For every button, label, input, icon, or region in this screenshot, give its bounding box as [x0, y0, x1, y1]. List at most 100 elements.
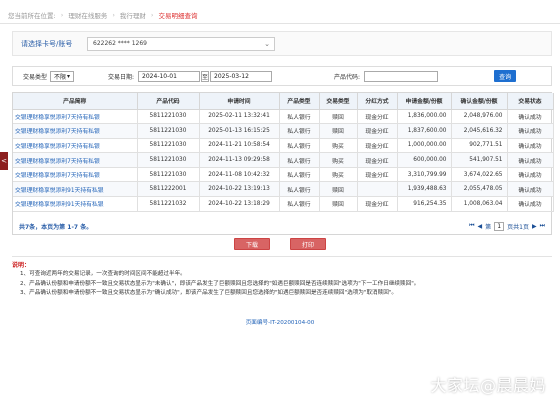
- breadcrumb-separator-icon: ›: [60, 11, 64, 19]
- breadcrumb-item-my-wealth[interactable]: 我行理财: [120, 10, 146, 20]
- chevron-down-icon: ▾: [67, 72, 71, 80]
- cell-product-code: 5811221030: [137, 152, 200, 168]
- type-select[interactable]: 不限 ▾: [50, 70, 75, 82]
- cell-apply-amount: 1,836,000.00: [397, 109, 452, 125]
- cell-apply-time: 2024-10-22 13:19:13: [199, 181, 280, 198]
- cell-confirm-amount: 541,907.51: [451, 152, 508, 168]
- breadcrumb-separator-icon: ›: [150, 11, 154, 19]
- cell-dividend-mode: 现金分红: [357, 152, 398, 168]
- col-header-trade-type: 交易类型: [319, 93, 358, 110]
- cell-apply-amount: 916,254.35: [397, 196, 452, 212]
- account-label: 请选择卡号/账号: [21, 39, 73, 48]
- date-label: 交易日期:: [108, 73, 135, 81]
- cell-confirm-amount: 2,048,976.00: [451, 109, 508, 125]
- table-row: 交银理财稳享悦添利7天持有私银 5811221030 2024-11-21 10:5…: [13, 138, 554, 154]
- note-item: 2、产品确认份额和申请份额不一致且交易状态显示为"未确认"，即该产品发生了巨额赎…: [20, 280, 420, 287]
- table-header-row: 产品简称 产品代码 申请时间 产品类型 交易类型 分红方式 申请金额/份额 确认…: [13, 93, 554, 110]
- product-code-input[interactable]: [364, 70, 439, 82]
- breadcrumb-item-current: 交易明细查询: [158, 12, 198, 20]
- col-header-confirm-amount: 确认金额/份额: [451, 93, 508, 110]
- cell-apply-amount: 3,310,799.99: [397, 167, 452, 183]
- watermark-text: 大家坛@晨晨妈: [430, 376, 546, 395]
- cell-dividend-mode: 现金分红: [357, 196, 398, 212]
- cell-product-code: 5811221032: [137, 196, 200, 212]
- query-button[interactable]: 查询: [494, 70, 517, 82]
- cell-dividend-mode: 现金分红: [357, 167, 398, 183]
- page-prefix: 第: [485, 223, 492, 231]
- cell-product-code: 5811221030: [137, 123, 200, 139]
- note-item: 1、可查询近两年的交易记录，一次查询的时间区间不能超过半年。: [20, 271, 186, 278]
- cell-product-name[interactable]: 交银理财稳享悦添利7天持有私银: [13, 109, 138, 125]
- cell-product-name[interactable]: 交银理财稳享悦添利7天持有私银: [13, 123, 138, 139]
- table-row: 交银理财稳享悦添利7天持有私银 5811221030 2024-11-13 09:2…: [13, 152, 554, 168]
- cell-product-type: 私人银行: [279, 167, 320, 183]
- product-code-label: 产品代码:: [334, 73, 361, 81]
- cell-trade-type: 购买: [319, 152, 358, 168]
- first-page-icon[interactable]: ⏮: [469, 222, 474, 230]
- cell-status: 确认成功: [507, 123, 554, 139]
- table-row: 交银理财稳享悦添利7天持有私银 5811221030 2025-02-11 13:3…: [13, 109, 554, 125]
- date-to-input[interactable]: 2025-03-12: [210, 70, 273, 82]
- last-page-icon[interactable]: ⏭: [540, 222, 545, 230]
- cell-dividend-mode: 现金分红: [357, 109, 398, 125]
- date-from-input[interactable]: 2024-10-01: [138, 70, 201, 82]
- col-header-apply-time: 申请时间: [199, 93, 280, 110]
- cell-status: 确认成功: [507, 196, 554, 212]
- table-row: 交银理财稳享悦添利91天持有私银 5811222001 2024-10-22 13:…: [13, 181, 554, 198]
- cell-product-name[interactable]: 交银理财稳享悦添利7天持有私银: [13, 167, 138, 183]
- cell-dividend-mode: 现金分红: [357, 138, 398, 154]
- cell-dividend-mode: 现金分红: [357, 123, 398, 139]
- cell-dividend-mode: [357, 181, 398, 198]
- cell-product-code: 5811222001: [137, 181, 200, 198]
- breadcrumb-item-online-service[interactable]: 理财在线服务: [68, 10, 107, 20]
- cell-status: 确认成功: [507, 138, 554, 154]
- action-buttons: 下载 打印: [0, 238, 560, 250]
- cell-product-code: 5811221030: [137, 167, 200, 183]
- filter-bar: 交易类型 不限 ▾ 交易日期: 2024-10-01 至 2025-03-12 …: [12, 66, 552, 86]
- cell-product-name[interactable]: 交银理财稳享悦添利91天持有私银: [13, 196, 138, 212]
- type-label: 交易类型: [23, 73, 48, 81]
- cell-product-code: 5811221030: [137, 109, 200, 125]
- cell-apply-time: 2025-02-11 13:32:41: [199, 109, 280, 125]
- cell-status: 确认成功: [507, 181, 554, 198]
- cell-product-type: 私人银行: [279, 196, 320, 212]
- cell-product-type: 私人银行: [279, 123, 320, 139]
- table-row: 交银理财稳享悦添利7天持有私银 5811221030 2025-01-13 16:1…: [13, 123, 554, 139]
- table-row: 交银理财稳享悦添利91天持有私银 5811221032 2024-10-22 13:…: [13, 196, 554, 212]
- col-header-status: 交易状态: [507, 93, 554, 110]
- collapse-sidebar-button[interactable]: <: [0, 152, 8, 170]
- cell-trade-type: 赎回: [319, 196, 358, 212]
- breadcrumb: 您当前所在位置: › 理财在线服务 › 我行理财 › 交易明细查询: [8, 8, 198, 22]
- cell-product-name[interactable]: 交银理财稳享悦添利91天持有私银: [13, 181, 138, 198]
- account-select[interactable]: 622262 **** 1269 ⌄: [87, 36, 275, 51]
- col-header-product-code: 产品代码: [137, 93, 200, 110]
- cell-confirm-amount: 2,045,616.32: [451, 123, 508, 139]
- cell-trade-type: 赎回: [319, 123, 358, 139]
- print-button[interactable]: 打印: [290, 238, 326, 250]
- download-button[interactable]: 下载: [234, 238, 270, 250]
- cell-apply-amount: 1,837,600.00: [397, 123, 452, 139]
- page-number-input[interactable]: 1: [494, 221, 505, 231]
- cell-product-type: 私人银行: [279, 181, 320, 198]
- page-number-id: 页面编号-IT-20200104-00: [245, 320, 315, 326]
- chevron-down-icon: ⌄: [264, 39, 270, 48]
- cell-apply-time: 2024-11-13 09:29:58: [199, 152, 280, 168]
- cell-apply-amount: 1,939,488.63: [397, 181, 452, 198]
- account-selector-panel: 请选择卡号/账号 622262 **** 1269 ⌄: [12, 31, 552, 56]
- cell-product-type: 私人银行: [279, 152, 320, 168]
- cell-product-code: 5811221030: [137, 138, 200, 154]
- breadcrumb-separator-icon: ›: [112, 11, 115, 19]
- transaction-table: 产品简称 产品代码 申请时间 产品类型 交易类型 分红方式 申请金额/份额 确认…: [12, 92, 554, 235]
- cell-product-name[interactable]: 交银理财稳享悦添利7天持有私银: [13, 138, 138, 154]
- next-page-icon[interactable]: ▶: [532, 223, 537, 230]
- col-header-product-type: 产品类型: [279, 93, 320, 110]
- table-row: 交银理财稳享悦添利7天持有私银 5811221030 2024-11-08 10:4…: [13, 167, 554, 183]
- breadcrumb-divider: [0, 23, 560, 24]
- cell-product-name[interactable]: 交银理财稳享悦添利7天持有私银: [13, 152, 138, 168]
- prev-page-icon[interactable]: ◀: [478, 223, 483, 230]
- cell-product-type: 私人银行: [279, 138, 320, 154]
- page-total-label: 页共1页: [507, 223, 529, 231]
- section-divider: [12, 256, 552, 257]
- cell-trade-type: 购买: [319, 167, 358, 183]
- cell-confirm-amount: 2,055,478.05: [451, 181, 508, 198]
